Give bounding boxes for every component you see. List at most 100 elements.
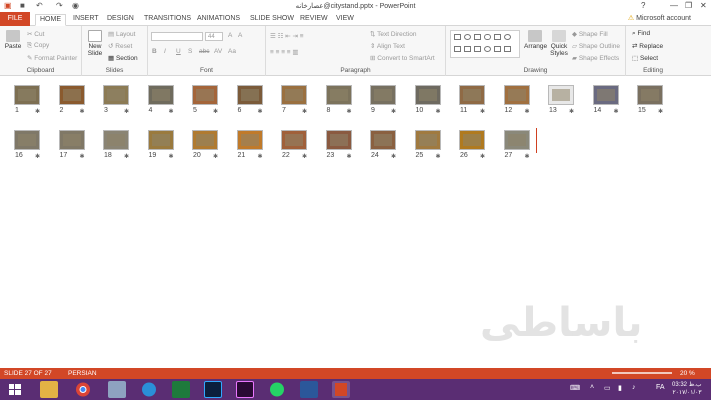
slide-thumbnail[interactable]: [548, 85, 574, 105]
slide-thumbnail[interactable]: [192, 85, 218, 105]
help-button[interactable]: ?: [641, 1, 645, 10]
shape-box[interactable]: [494, 34, 501, 40]
slide-thumbnail[interactable]: [592, 85, 619, 105]
transition-star-icon[interactable]: ✱: [436, 108, 441, 115]
shape-oval[interactable]: [464, 34, 471, 40]
find-button[interactable]: ⌕ Find: [632, 30, 650, 38]
shape-smiley[interactable]: [484, 46, 491, 52]
font-size-field[interactable]: 44: [205, 32, 223, 41]
clock[interactable]: 03:32 ب.ظ ۲۰۱۷/۰۱/۰۳: [672, 381, 702, 397]
slide-thumbnail[interactable]: [236, 130, 263, 150]
transition-star-icon[interactable]: ✱: [658, 108, 663, 115]
transition-star-icon[interactable]: ✱: [169, 153, 174, 160]
battery-icon[interactable]: ▭: [604, 384, 611, 392]
shape-rounded[interactable]: [484, 34, 491, 40]
premiere-icon[interactable]: [236, 381, 254, 398]
copy-button[interactable]: ⎘ Copy: [27, 42, 49, 50]
tray-chevron-icon[interactable]: ˄: [590, 384, 594, 391]
powerpoint-taskbar-icon[interactable]: [332, 381, 350, 398]
transition-star-icon[interactable]: ✱: [302, 108, 307, 115]
network-app-icon[interactable]: [108, 381, 126, 398]
slide-thumbnail[interactable]: [192, 130, 218, 150]
shape-brace[interactable]: [494, 46, 501, 52]
slide-thumbnail[interactable]: [236, 85, 263, 105]
transition-star-icon[interactable]: ✱: [480, 108, 485, 115]
calculator-icon[interactable]: [172, 381, 190, 398]
bullets-button[interactable]: ☰ ☷ ⇤ ⇥ ≡: [270, 32, 304, 40]
zoom-level[interactable]: 20 %: [680, 370, 695, 377]
transition-star-icon[interactable]: ✱: [525, 108, 530, 115]
layout-button[interactable]: ▤ Layout: [108, 30, 135, 38]
slide-thumbnail[interactable]: [370, 130, 396, 150]
slide-thumbnail[interactable]: [503, 130, 530, 150]
transition-star-icon[interactable]: ✱: [302, 153, 307, 160]
tab-insert[interactable]: INSERT: [73, 14, 99, 26]
tab-animations[interactable]: ANIMATIONS: [197, 14, 240, 26]
select-button[interactable]: ⬚ Select: [632, 54, 658, 62]
transition-star-icon[interactable]: ✱: [213, 153, 218, 160]
shape-square[interactable]: [474, 34, 481, 40]
slide-thumbnail[interactable]: [414, 130, 441, 150]
convert-smartart-button[interactable]: ⊞ Convert to SmartArt: [370, 54, 435, 62]
slide-thumbnail[interactable]: [103, 85, 129, 105]
slide-thumbnail[interactable]: [503, 85, 530, 105]
restore-button[interactable]: ❐: [685, 1, 692, 10]
bold-button[interactable]: B: [152, 48, 157, 55]
shape-fill-button[interactable]: ◆ Shape Fill: [572, 30, 608, 38]
transition-star-icon[interactable]: ✱: [614, 108, 619, 115]
slide-thumbnail[interactable]: [370, 85, 396, 105]
transition-star-icon[interactable]: ✱: [258, 108, 263, 115]
whatsapp-icon[interactable]: [268, 381, 286, 398]
transition-star-icon[interactable]: ✱: [569, 108, 574, 115]
character-spacing-button[interactable]: AV: [214, 48, 222, 55]
slide-thumbnail[interactable]: [147, 85, 174, 105]
change-case-button[interactable]: Aa: [228, 48, 236, 55]
format-painter-button[interactable]: ✎ Format Painter: [27, 54, 77, 62]
arrange-button[interactable]: Arrange: [524, 30, 547, 50]
italic-button[interactable]: I: [164, 48, 166, 55]
transition-star-icon[interactable]: ✱: [391, 153, 396, 160]
shape-rectangle[interactable]: [454, 34, 461, 40]
transition-star-icon[interactable]: ✱: [169, 108, 174, 115]
slide-thumbnail[interactable]: [281, 85, 307, 105]
slide-thumbnail[interactable]: [14, 130, 40, 150]
transition-star-icon[interactable]: ✱: [347, 153, 352, 160]
slide-thumbnail[interactable]: [459, 85, 485, 105]
slide-thumbnail[interactable]: [281, 130, 307, 150]
transition-star-icon[interactable]: ✱: [80, 108, 85, 115]
photoshop-icon[interactable]: [204, 381, 222, 398]
tab-view[interactable]: VIEW: [336, 14, 354, 26]
shape-bracket[interactable]: [504, 46, 511, 52]
section-button[interactable]: ▦ Section: [108, 54, 138, 62]
shape-circle[interactable]: [504, 34, 511, 40]
input-language[interactable]: FA: [656, 384, 665, 391]
tab-design[interactable]: DESIGN: [107, 14, 134, 26]
shape-star[interactable]: [474, 46, 481, 52]
transition-star-icon[interactable]: ✱: [436, 153, 441, 160]
tab-review[interactable]: REVIEW: [300, 14, 328, 26]
tab-slide-show[interactable]: SLIDE SHOW: [250, 14, 294, 26]
transition-star-icon[interactable]: ✱: [35, 108, 40, 115]
transition-star-icon[interactable]: ✱: [124, 153, 129, 160]
shape-arrow[interactable]: [464, 46, 471, 52]
transition-star-icon[interactable]: ✱: [35, 153, 40, 160]
strikethrough-button[interactable]: abc: [199, 48, 209, 55]
slide-thumbnail[interactable]: [58, 85, 85, 105]
language-status[interactable]: PERSIAN: [68, 370, 97, 377]
slide-thumbnail[interactable]: [325, 85, 352, 105]
tab-transitions[interactable]: TRANSITIONS: [144, 14, 191, 26]
slide-thumbnail[interactable]: [14, 85, 40, 105]
transition-star-icon[interactable]: ✱: [80, 153, 85, 160]
slide-thumbnail[interactable]: [325, 130, 352, 150]
align-text-button[interactable]: ⇕ Align Text: [370, 42, 405, 50]
reset-button[interactable]: ↺ Reset: [108, 42, 132, 50]
slide-thumbnail[interactable]: [459, 130, 485, 150]
transition-star-icon[interactable]: ✱: [391, 108, 396, 115]
alignment-buttons[interactable]: ≡ ≡ ≡ ≡ ▥: [270, 48, 299, 56]
shapes-gallery[interactable]: [450, 30, 520, 58]
shape-outline-button[interactable]: ▱ Shape Outline: [572, 42, 620, 50]
underline-button[interactable]: U: [176, 48, 181, 55]
windows-start-icon[interactable]: [6, 381, 24, 398]
microsoft-account[interactable]: ⚠ Microsoft account: [628, 14, 691, 22]
transition-star-icon[interactable]: ✱: [347, 108, 352, 115]
